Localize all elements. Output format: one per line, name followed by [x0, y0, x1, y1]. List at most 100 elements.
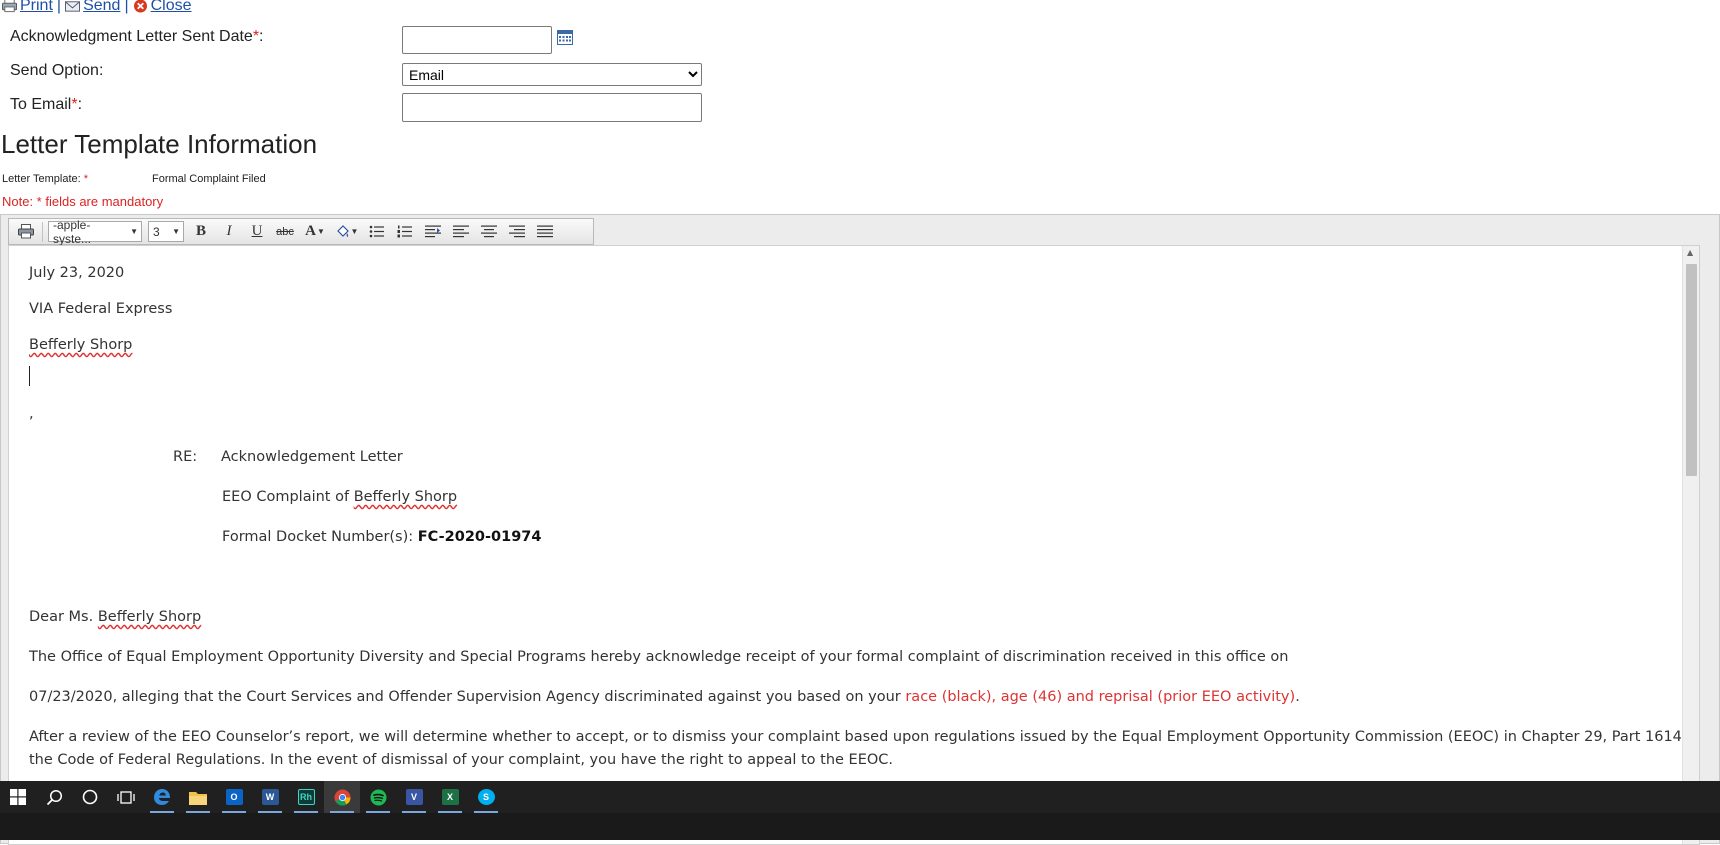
re-subject: Acknowledgement Letter: [221, 449, 403, 465]
word-icon: W: [261, 789, 279, 805]
docket-label: Formal Docket Number(s):: [222, 529, 418, 545]
close-link[interactable]: Close: [133, 0, 192, 15]
strikethrough-button[interactable]: abc: [271, 220, 299, 244]
running-indicator: [258, 811, 282, 813]
recipient-name: Befferly Shorp: [29, 337, 133, 353]
font-family-dropdown[interactable]: -apple-syste... ▼: [48, 218, 142, 246]
salutation: Dear Ms. Befferly Shorp: [29, 609, 201, 625]
folder-icon: [189, 791, 207, 805]
send-link-label: Send: [83, 0, 121, 14]
edge-icon: [154, 789, 171, 805]
taskbar-file-explorer[interactable]: [180, 781, 216, 813]
italic-button[interactable]: I: [215, 220, 243, 244]
paragraph-3-line-2: the Code of Federal Regulations. In the …: [29, 752, 894, 768]
caret-down-icon: ▼: [130, 227, 138, 236]
taskbar: O W Rh V X S: [0, 781, 1720, 840]
font-size-value: 3: [153, 224, 160, 239]
font-color-button[interactable]: A ▼: [299, 220, 331, 244]
align-center-icon: [481, 225, 497, 238]
taskbar-outlook[interactable]: O: [216, 781, 252, 813]
scrollbar-thumb[interactable]: [1686, 264, 1697, 476]
mandatory-note: Note: * fields are mandatory: [2, 194, 164, 209]
action-link-bar: Print | Send | Close: [2, 0, 192, 16]
caret-down-icon: ▼: [350, 227, 359, 236]
align-justify-icon: [537, 225, 553, 238]
cortana-icon: [82, 789, 98, 805]
skype-icon: S: [477, 789, 495, 805]
close-circle-icon: [133, 0, 147, 13]
excel-icon: X: [441, 789, 459, 805]
ack-date-label: Acknowledgment Letter Sent Date*:: [10, 28, 264, 46]
re-complaint: EEO Complaint of Befferly Shorp: [222, 489, 457, 505]
underline-button[interactable]: U: [243, 220, 271, 244]
chrome-icon: [334, 789, 350, 805]
font-color-icon: A: [305, 223, 316, 239]
calendar-icon[interactable]: [557, 30, 573, 45]
section-title: Letter Template Information: [1, 129, 318, 159]
label-colon: :: [259, 28, 264, 45]
numbered-list-icon: [397, 225, 412, 238]
bullet-list-button[interactable]: [363, 220, 391, 244]
font-family-value: -apple-syste...: [53, 217, 92, 246]
taskbar-word[interactable]: W: [252, 781, 288, 813]
font-size-dropdown[interactable]: 3 ▼: [148, 221, 184, 242]
paragraph-3-line-1: After a review of the EEO Counselor’s re…: [29, 729, 1700, 745]
to-email-input[interactable]: [402, 93, 702, 122]
running-indicator: [186, 811, 210, 813]
bullet-list-icon: [369, 225, 384, 238]
send-option-select[interactable]: Email: [402, 63, 702, 86]
taskbar-strip: O W Rh V X S: [0, 781, 1720, 813]
running-indicator: [294, 811, 318, 813]
taskbar-edge[interactable]: [144, 781, 180, 813]
taskbar-robohelp[interactable]: Rh: [288, 781, 324, 813]
highlight-color-button[interactable]: ▼: [331, 220, 363, 244]
caret-down-icon: ▼: [316, 227, 325, 236]
re-docket: Formal Docket Number(s): FC-2020-01974: [222, 529, 541, 545]
letter-date: July 23, 2020: [29, 265, 125, 281]
docket-number: FC-2020-01974: [417, 529, 542, 545]
printer-icon: [18, 224, 34, 239]
to-email-label-text: To Email: [10, 96, 72, 113]
taskbar-spotify[interactable]: [360, 781, 396, 813]
paragraph-2-prefix: 07/23/2020, alleging that the Court Serv…: [29, 689, 906, 705]
print-link[interactable]: Print: [2, 0, 53, 15]
align-left-icon: [453, 225, 469, 238]
print-link-label: Print: [20, 0, 53, 14]
running-indicator: [366, 811, 390, 813]
justify-button[interactable]: [531, 220, 559, 244]
taskbar-excel[interactable]: X: [432, 781, 468, 813]
ack-date-input[interactable]: [402, 26, 552, 54]
editor-scrollbar[interactable]: ▲: [1682, 246, 1699, 844]
running-indicator: [222, 811, 246, 813]
paragraph-2-suffix: .: [1295, 689, 1300, 705]
bold-button[interactable]: B: [187, 220, 215, 244]
taskbar-chrome[interactable]: [324, 781, 360, 813]
taskbar-visio[interactable]: V: [396, 781, 432, 813]
editor-document[interactable]: July 23, 2020 VIA Federal Express Beffer…: [8, 245, 1700, 845]
letter-template-label-text: Letter Template:: [2, 173, 81, 185]
envelope-icon: [65, 1, 81, 12]
cortana-button[interactable]: [72, 781, 108, 813]
align-left-button[interactable]: [447, 220, 475, 244]
outlook-icon: O: [225, 789, 243, 805]
align-right-button[interactable]: [503, 220, 531, 244]
link-separator: |: [56, 0, 62, 14]
numbered-list-button[interactable]: [391, 220, 419, 244]
align-center-button[interactable]: [475, 220, 503, 244]
align-right-icon: [509, 225, 525, 238]
print-button[interactable]: [12, 220, 40, 244]
scroll-up-icon[interactable]: ▲: [1687, 248, 1693, 257]
taskbar-search-button[interactable]: [36, 781, 72, 813]
visio-icon: V: [405, 789, 423, 805]
task-view-button[interactable]: [108, 781, 144, 813]
start-button[interactable]: [0, 781, 36, 813]
running-indicator: [438, 811, 462, 813]
re-label: RE:: [173, 449, 198, 465]
indent-button[interactable]: [419, 220, 447, 244]
caret-down-icon: ▼: [172, 227, 180, 236]
ack-date-label-text: Acknowledgment Letter Sent Date: [10, 28, 253, 45]
complaint-name: Befferly Shorp: [353, 489, 458, 505]
running-indicator: [330, 811, 354, 813]
taskbar-skype[interactable]: S: [468, 781, 504, 813]
send-link[interactable]: Send: [65, 0, 120, 15]
